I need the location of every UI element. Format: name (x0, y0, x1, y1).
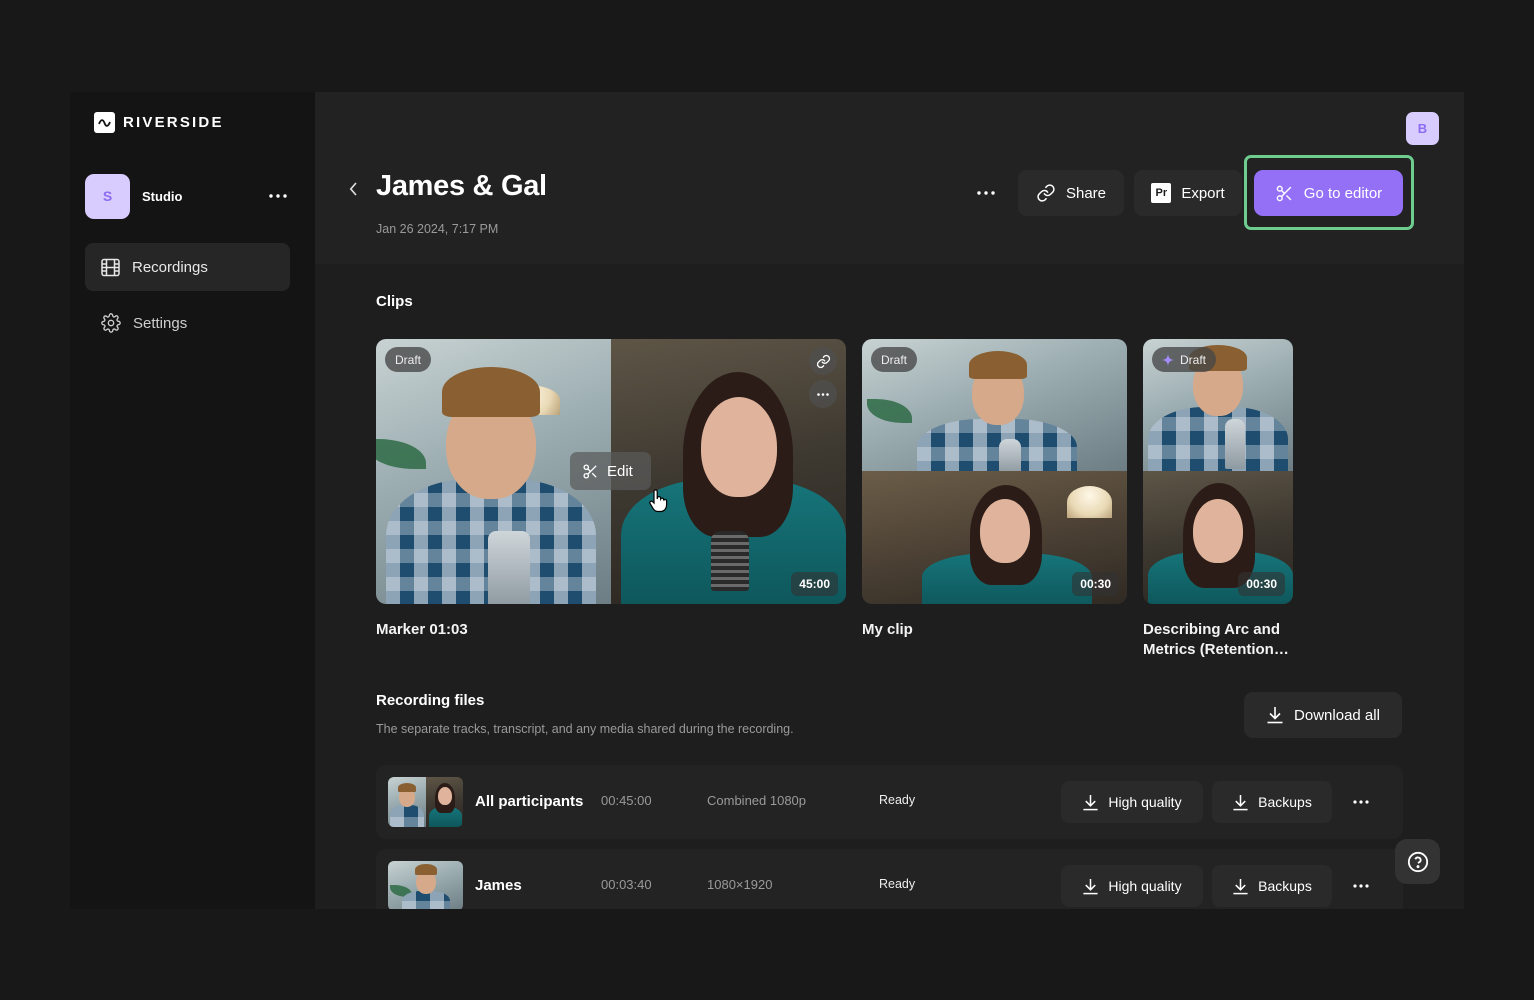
download-high-quality-button[interactable]: High quality (1061, 865, 1203, 907)
edit-label: Edit (607, 462, 633, 480)
gear-icon (101, 313, 121, 333)
download-icon (1267, 707, 1283, 724)
draft-badge: Draft (385, 347, 432, 372)
copy-link-button[interactable] (809, 347, 837, 375)
download-high-quality-button[interactable]: High quality (1061, 781, 1203, 823)
link-icon (1037, 184, 1055, 202)
sidebar: RIVERSIDE S Studio Recordings Settings (70, 92, 315, 909)
clip-title[interactable]: My clip (862, 620, 1127, 640)
download-icon (1083, 878, 1099, 894)
recording-date: Jan 26 2024, 7:17 PM (376, 222, 499, 236)
recording-files-description: The separate tracks, transcript, and any… (376, 722, 794, 736)
download-all-button[interactable]: Download all (1244, 692, 1402, 738)
scissors-icon (1276, 185, 1292, 201)
download-backups-button[interactable]: Backups (1212, 865, 1332, 907)
more-horizontal-icon (977, 191, 995, 195)
chevron-left-icon (349, 182, 357, 196)
file-status: Ready (879, 877, 916, 891)
draft-badge: Draft (871, 347, 918, 372)
file-thumbnail (388, 861, 463, 909)
go-to-editor-label: Go to editor (1303, 184, 1383, 202)
download-backups-button[interactable]: Backups (1212, 781, 1332, 823)
share-label: Share (1065, 184, 1107, 202)
scissors-icon (583, 463, 597, 479)
file-status: Ready (879, 793, 916, 807)
clip-title[interactable]: Describing Arc and Metrics (Retention… (1143, 620, 1293, 660)
header-more-button[interactable] (970, 180, 1002, 206)
clip-card[interactable]: Draft Edit 45:00 Marker 01:03 (376, 339, 846, 640)
page-title: James & Gal (376, 170, 547, 202)
help-button[interactable] (1395, 839, 1440, 884)
share-button[interactable]: Share (1018, 170, 1124, 216)
clip-thumbnail[interactable]: Draft 00:30 (1143, 339, 1293, 604)
file-more-button[interactable] (1348, 790, 1374, 814)
clip-thumbnail[interactable]: Draft Edit 45:00 (376, 339, 846, 604)
more-horizontal-icon (269, 194, 287, 198)
download-icon (1083, 794, 1099, 810)
workspace-switcher[interactable]: S Studio (85, 173, 290, 219)
workspace-avatar: S (85, 173, 130, 219)
file-thumbnail (388, 777, 463, 827)
recording-files-heading: Recording files (376, 692, 485, 709)
sidebar-item-label: Recordings (132, 258, 208, 276)
more-horizontal-icon (1353, 884, 1369, 888)
premiere-pro-icon: Pr (1151, 183, 1172, 203)
clip-card[interactable]: Draft 00:30 Describing Arc and Metrics (… (1143, 339, 1293, 660)
clip-thumbnail[interactable]: Draft 00:30 (862, 339, 1127, 604)
logo-wave-icon (94, 112, 115, 133)
question-circle-icon (1407, 851, 1428, 872)
clip-duration: 00:30 (1238, 572, 1285, 596)
hand-cursor-icon (648, 489, 668, 513)
more-horizontal-icon (817, 392, 829, 396)
file-name: All participants (475, 793, 584, 810)
recording-file-row: All participants 00:45:00 Combined 1080p… (376, 765, 1403, 839)
export-label: Export (1181, 184, 1225, 202)
main-content: B James & Gal Jan 26 2024, 7:17 PM Share… (315, 92, 1464, 909)
sparkle-icon (1162, 353, 1174, 366)
back-button[interactable] (343, 178, 363, 200)
workspace-name: Studio (142, 188, 183, 204)
draft-badge: Draft (1152, 347, 1217, 372)
sidebar-item-label: Settings (133, 314, 188, 332)
film-icon (101, 258, 120, 276)
brand-name: RIVERSIDE (123, 114, 224, 131)
more-horizontal-icon (1353, 800, 1369, 804)
recording-file-row: James 00:03:40 1080×1920 Ready High qual… (376, 849, 1403, 909)
file-more-button[interactable] (1348, 874, 1374, 898)
file-name: James (475, 877, 522, 894)
clip-title[interactable]: Marker 01:03 (376, 620, 846, 640)
download-all-label: Download all (1294, 706, 1380, 724)
file-resolution: Combined 1080p (707, 793, 807, 808)
app-window: RIVERSIDE S Studio Recordings Settings B… (70, 92, 1464, 909)
workspace-more-button[interactable] (266, 184, 290, 208)
export-button[interactable]: Pr Export (1134, 170, 1242, 216)
clip-more-button[interactable] (809, 380, 837, 408)
download-icon (1233, 794, 1248, 810)
clip-duration: 45:00 (791, 572, 838, 596)
file-resolution: 1080×1920 (707, 877, 773, 892)
user-avatar[interactable]: B (1406, 112, 1439, 145)
riverside-logo[interactable]: RIVERSIDE (94, 112, 224, 133)
clip-card[interactable]: Draft 00:30 My clip (862, 339, 1127, 640)
go-to-editor-button[interactable]: Go to editor (1254, 170, 1403, 216)
sidebar-item-recordings[interactable]: Recordings (85, 243, 290, 291)
edit-clip-button[interactable]: Edit (570, 452, 651, 490)
file-duration: 00:03:40 (601, 877, 652, 892)
link-icon (816, 354, 830, 368)
clip-duration: 00:30 (1072, 572, 1119, 596)
file-duration: 00:45:00 (601, 793, 652, 808)
download-icon (1233, 878, 1248, 894)
sidebar-item-settings[interactable]: Settings (85, 299, 290, 347)
clips-heading: Clips (376, 293, 413, 310)
